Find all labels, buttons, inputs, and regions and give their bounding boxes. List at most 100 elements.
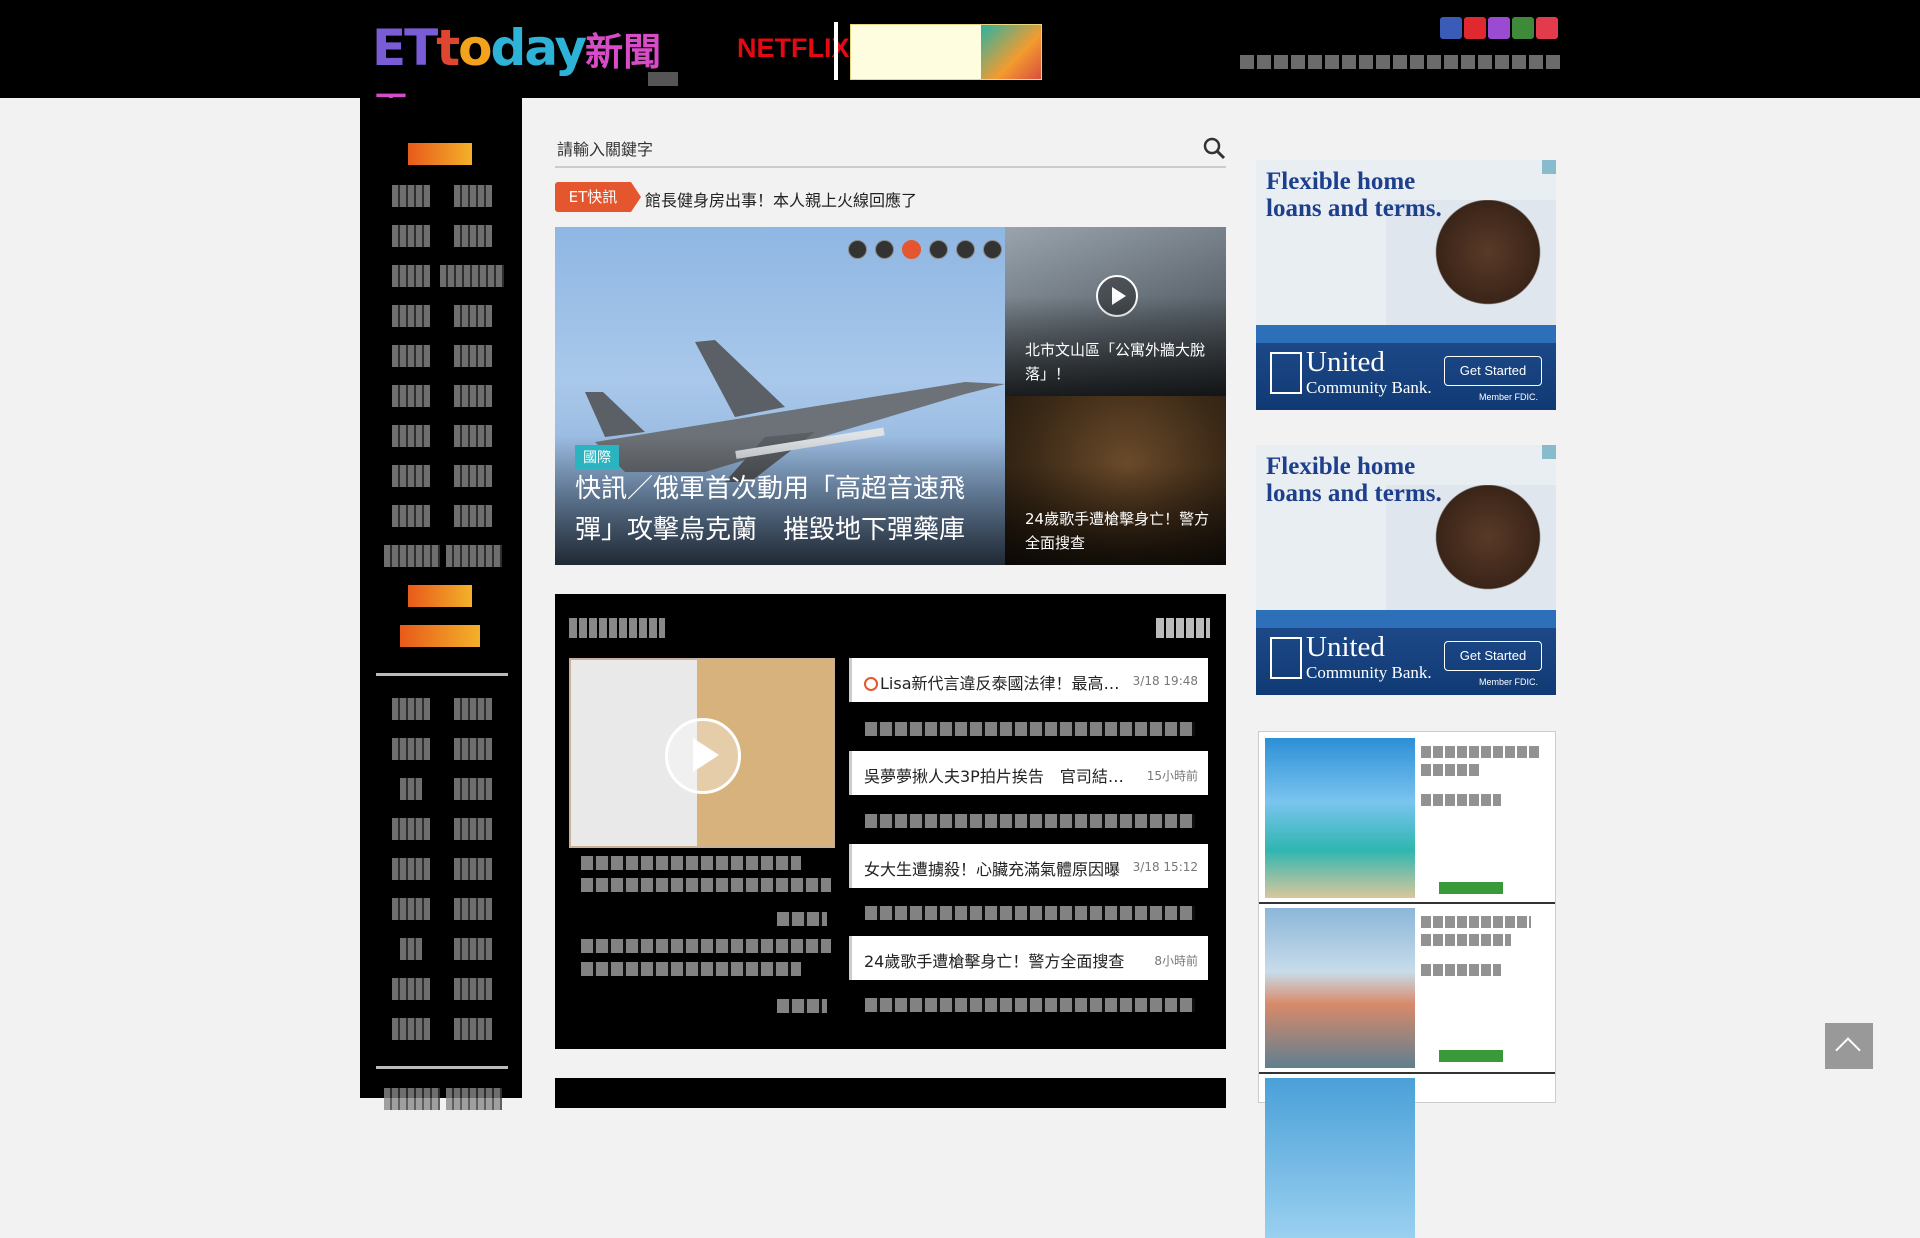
native-ad-text[interactable]	[1421, 794, 1501, 806]
side-news-title[interactable]: 北市文山區「公寓外牆大脫落」！	[1025, 338, 1215, 386]
search-input[interactable]	[555, 134, 1179, 164]
ettoday-logo[interactable]: ETtoday新聞雲	[372, 20, 682, 134]
side-news-card[interactable]: 24歲歌手遭槍擊身亡！警方全面搜查	[1005, 396, 1226, 565]
instagram-icon[interactable]	[1488, 17, 1510, 39]
header-quick-links[interactable]	[1240, 55, 1560, 69]
video-list-item[interactable]: 女大生遭擄殺！心臟充滿氣體原因曝 3/18 15:12	[849, 844, 1208, 888]
nav-item[interactable]	[392, 185, 430, 207]
nav-item[interactable]	[408, 143, 472, 165]
nav-item[interactable]	[446, 1088, 502, 1110]
nav-item[interactable]	[392, 978, 430, 1000]
ad-choices-icon[interactable]	[1542, 445, 1556, 459]
nav-item[interactable]	[392, 738, 430, 760]
netflix-logo[interactable]: NETFLIX	[737, 33, 850, 64]
native-ad-source[interactable]	[1439, 882, 1503, 894]
native-ad-image[interactable]	[1265, 1078, 1415, 1238]
video-tag[interactable]	[777, 999, 827, 1013]
native-ad-text[interactable]	[1421, 934, 1511, 946]
video-caption-line[interactable]	[581, 962, 801, 976]
video-caption-line[interactable]	[581, 939, 831, 953]
video-list-item[interactable]: Lisa新代言違反泰國法律！最高「… 3/18 19:48	[849, 658, 1208, 702]
nav-item[interactable]	[392, 345, 430, 367]
nav-item[interactable]	[384, 1088, 440, 1110]
nav-item[interactable]	[392, 505, 430, 527]
nav-item[interactable]	[392, 1018, 430, 1040]
nav-item[interactable]	[454, 698, 492, 720]
hero-title[interactable]: 快訊／俄軍首次動用「高超音速飛彈」攻擊烏克蘭 摧毀地下彈藥庫	[575, 469, 995, 551]
slide-dot[interactable]	[875, 240, 894, 259]
ad-choices-icon[interactable]	[1542, 160, 1556, 174]
slide-dot[interactable]	[983, 240, 1002, 259]
nav-item[interactable]	[454, 778, 492, 800]
united-bank-ad[interactable]: Flexible home loans and terms. United Com…	[1256, 160, 1556, 410]
nav-item[interactable]	[454, 858, 492, 880]
native-ad-image[interactable]	[1265, 738, 1415, 898]
nav-item[interactable]	[454, 305, 492, 327]
nav-item[interactable]	[446, 545, 502, 567]
native-ad-text[interactable]	[1421, 916, 1531, 928]
youtube-icon[interactable]	[1464, 17, 1486, 39]
nav-item[interactable]	[392, 818, 430, 840]
nav-item[interactable]	[392, 385, 430, 407]
weibo-icon[interactable]	[1536, 17, 1558, 39]
nav-item[interactable]	[454, 978, 492, 1000]
section-more-link[interactable]	[1156, 618, 1210, 638]
nav-item[interactable]	[400, 778, 422, 800]
slide-dot[interactable]	[956, 240, 975, 259]
united-bank-ad[interactable]: Flexible home loans and terms. United Com…	[1256, 445, 1556, 695]
nav-item[interactable]	[440, 265, 504, 287]
native-ad-text[interactable]	[1421, 964, 1501, 976]
nav-item[interactable]	[454, 465, 492, 487]
slide-dot-active[interactable]	[902, 240, 921, 259]
nav-item[interactable]	[454, 738, 492, 760]
video-caption-line[interactable]	[581, 856, 801, 870]
facebook-icon[interactable]	[1440, 17, 1462, 39]
nav-item[interactable]	[454, 938, 492, 960]
native-ad-text[interactable]	[1421, 764, 1481, 776]
play-icon[interactable]	[665, 718, 741, 794]
nav-item[interactable]	[392, 265, 430, 287]
native-ad-source[interactable]	[1439, 1050, 1503, 1062]
hero-category-badge[interactable]: 國際	[575, 445, 619, 469]
nav-item[interactable]	[408, 585, 472, 607]
native-ad-image[interactable]	[1265, 908, 1415, 1068]
slide-dot[interactable]	[848, 240, 867, 259]
video-thumbnail[interactable]	[569, 658, 835, 848]
ad-get-started-button[interactable]: Get Started	[1444, 641, 1542, 671]
back-to-top-button[interactable]	[1825, 1023, 1873, 1069]
ad-get-started-button[interactable]: Get Started	[1444, 356, 1542, 386]
line-icon[interactable]	[1512, 17, 1534, 39]
nav-item[interactable]	[454, 818, 492, 840]
nav-item[interactable]	[454, 898, 492, 920]
video-tag[interactable]	[777, 912, 827, 926]
nav-item[interactable]	[392, 425, 430, 447]
nav-item[interactable]	[454, 505, 492, 527]
video-list-line[interactable]	[865, 814, 1195, 828]
nav-item[interactable]	[392, 465, 430, 487]
nav-item[interactable]	[454, 185, 492, 207]
nav-item[interactable]	[384, 545, 440, 567]
nav-item[interactable]	[454, 385, 492, 407]
nav-item[interactable]	[392, 225, 430, 247]
nav-item[interactable]	[392, 698, 430, 720]
nav-item[interactable]	[400, 625, 480, 647]
nav-item[interactable]	[392, 858, 430, 880]
video-list-item[interactable]: 24歲歌手遭槍擊身亡！警方全面搜查 8小時前	[849, 936, 1208, 980]
nav-item[interactable]	[400, 938, 422, 960]
video-list-item[interactable]: 吳夢夢揪人夫3P拍片挨告 官司結果… 15小時前	[849, 751, 1208, 795]
side-news-card[interactable]: 北市文山區「公寓外牆大脫落」！	[1005, 227, 1226, 396]
video-caption-line[interactable]	[581, 878, 831, 892]
video-list-line[interactable]	[865, 722, 1195, 736]
nav-item[interactable]	[454, 345, 492, 367]
nav-item[interactable]	[392, 305, 430, 327]
breaking-headline[interactable]: 館長健身房出事！本人親上火線回應了	[645, 187, 917, 211]
side-news-title[interactable]: 24歲歌手遭槍擊身亡！警方全面搜查	[1025, 507, 1215, 555]
nav-item[interactable]	[454, 1018, 492, 1040]
hero-slide[interactable]: 國際 快訊／俄軍首次動用「高超音速飛彈」攻擊烏克蘭 摧毀地下彈藥庫	[555, 227, 1005, 565]
header-banner-ad[interactable]	[850, 24, 1042, 80]
nav-item[interactable]	[392, 898, 430, 920]
video-list-line[interactable]	[865, 906, 1195, 920]
nav-item[interactable]	[454, 225, 492, 247]
nav-item[interactable]	[454, 425, 492, 447]
video-list-line[interactable]	[865, 998, 1195, 1012]
